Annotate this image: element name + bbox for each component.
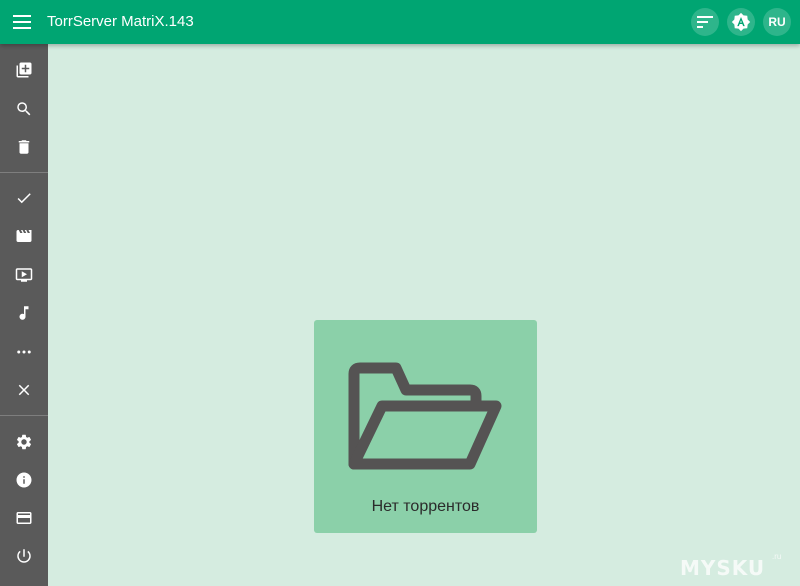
sidebar <box>0 44 48 586</box>
settings-icon <box>16 434 32 450</box>
sidebar-item-shutdown[interactable] <box>0 538 48 574</box>
sidebar-item-search[interactable] <box>0 91 48 127</box>
sidebar-item-tv[interactable] <box>0 257 48 293</box>
empty-state-card: Нет торрентов <box>314 320 537 533</box>
checkmark-icon <box>17 193 31 204</box>
more-icon <box>17 350 31 354</box>
add-torrent-icon <box>16 62 32 78</box>
update-button[interactable] <box>727 8 755 36</box>
sidebar-item-delete[interactable] <box>0 129 48 165</box>
menu-button[interactable] <box>10 10 34 34</box>
sidebar-item-about[interactable] <box>0 462 48 498</box>
sidebar-item-movies[interactable] <box>0 218 48 254</box>
sidebar-item-donate[interactable] <box>0 500 48 536</box>
sidebar-item-settings[interactable] <box>0 424 48 460</box>
sidebar-divider <box>0 172 48 173</box>
sidebar-item-music[interactable] <box>0 295 48 331</box>
info-icon <box>16 472 32 488</box>
menu-icon <box>13 15 31 29</box>
sidebar-item-other[interactable] <box>0 334 48 370</box>
sort-button[interactable] <box>691 8 719 36</box>
app-bar: TorrServer MatriX.143 RU <box>0 0 800 44</box>
power-icon <box>17 549 31 563</box>
language-button[interactable]: RU <box>763 8 791 36</box>
empty-state-text: Нет торрентов <box>371 498 480 515</box>
sidebar-item-completed[interactable] <box>0 180 48 216</box>
sidebar-divider <box>0 415 48 416</box>
trash-icon <box>18 140 30 154</box>
watermark-suffix: .ru <box>772 552 782 561</box>
movie-icon <box>16 230 32 242</box>
music-icon <box>19 306 29 320</box>
sort-icon <box>697 16 713 28</box>
app-title: TorrServer MatriX.143 <box>47 13 194 30</box>
watermark: MYSKU <box>680 556 766 580</box>
search-icon <box>17 102 31 116</box>
folder-open-icon <box>348 362 502 470</box>
tv-icon <box>15 268 33 282</box>
update-icon <box>731 12 751 32</box>
sidebar-item-close[interactable] <box>0 372 48 408</box>
main-content: Нет торрентов <box>48 44 800 586</box>
sidebar-item-add-torrent[interactable] <box>0 52 48 88</box>
card-icon <box>16 512 32 524</box>
close-icon <box>18 384 30 396</box>
language-label: RU <box>768 15 786 29</box>
